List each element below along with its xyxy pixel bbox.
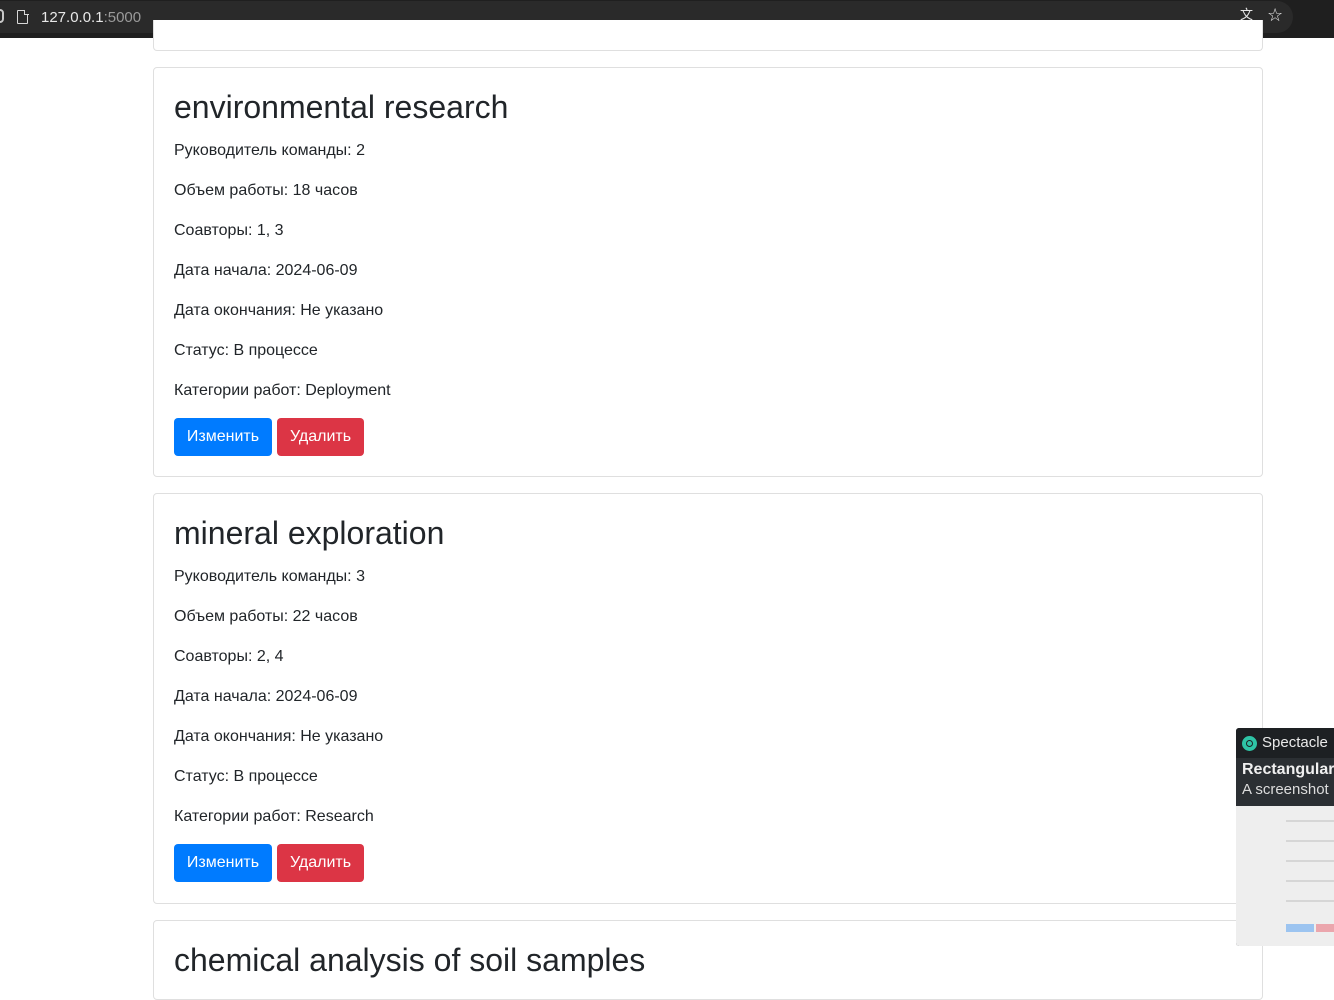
job-end-date: Дата окончания: Не указано	[174, 728, 384, 745]
job-end-date: Дата окончания: Не указано	[174, 302, 384, 319]
delete-button[interactable]: Удалить	[277, 418, 364, 456]
job-leader: Руководитель команды: 3	[174, 568, 365, 585]
page-icon	[17, 9, 29, 24]
job-start-date: Дата начала: 2024-06-09	[174, 688, 358, 705]
job-status: Статус: В процессе	[174, 768, 318, 785]
url-port: :5000	[103, 9, 142, 26]
delete-button[interactable]: Удалить	[277, 844, 364, 882]
job-categories: Категории работ: Deployment	[174, 382, 391, 399]
job-work-size: Объем работы: 18 часов	[174, 182, 358, 199]
notification-header: Spectacle	[1236, 728, 1334, 758]
job-collaborators: Соавторы: 1, 3	[174, 222, 284, 239]
spectacle-app-icon	[1242, 736, 1257, 751]
thumbnail-line	[1286, 820, 1334, 822]
job-card: mineral exploration Руководитель команды…	[153, 493, 1263, 904]
edit-button[interactable]: Изменить	[174, 418, 272, 456]
screenshot-notification[interactable]: Spectacle Rectangular A screenshot	[1236, 728, 1334, 946]
url-host: 127.0.0.1	[41, 9, 104, 26]
screenshot-thumbnail[interactable]	[1236, 806, 1334, 946]
url-text[interactable]: 127.0.0.1:5000	[41, 8, 141, 28]
job-work-size: Объем работы: 22 часов	[174, 608, 358, 625]
star-icon[interactable]: ☆	[1267, 6, 1287, 26]
notification-text: A screenshot	[1242, 781, 1329, 798]
thumbnail-edit-button	[1286, 924, 1314, 932]
job-title: chemical analysis of soil samples	[174, 942, 646, 978]
thumbnail-line	[1286, 860, 1334, 862]
job-title: mineral exploration	[174, 515, 445, 551]
job-title: environmental research	[174, 89, 509, 125]
job-collaborators: Соавторы: 2, 4	[174, 648, 284, 665]
job-leader: Руководитель команды: 2	[174, 142, 365, 159]
job-categories: Категории работ: Research	[174, 808, 374, 825]
thumbnail-line	[1286, 900, 1334, 902]
job-card-partial	[153, 20, 1263, 51]
job-start-date: Дата начала: 2024-06-09	[174, 262, 358, 279]
job-status: Статус: В процессе	[174, 342, 318, 359]
thumbnail-line	[1286, 840, 1334, 842]
site-info-icon[interactable]	[0, 9, 4, 23]
job-card: chemical analysis of soil samples	[153, 920, 1263, 1000]
notification-app-name: Spectacle	[1262, 734, 1328, 751]
thumbnail-line	[1286, 880, 1334, 882]
edit-button[interactable]: Изменить	[174, 844, 272, 882]
notification-title: Rectangular	[1242, 761, 1334, 778]
job-card: environmental research Руководитель кома…	[153, 67, 1263, 477]
thumbnail-delete-button	[1316, 924, 1334, 932]
